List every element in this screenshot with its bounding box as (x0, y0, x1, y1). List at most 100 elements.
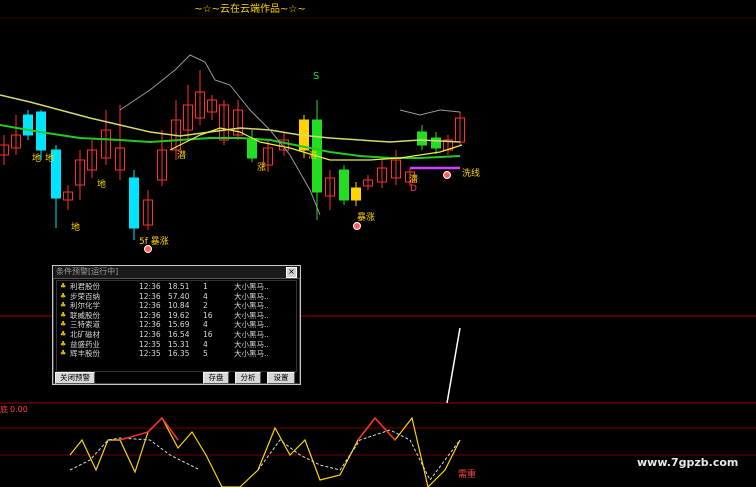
stock-chart[interactable] (0, 0, 756, 487)
alert-time: 12:36 (139, 282, 161, 291)
alert-list-item[interactable]: ♣ 利尔化学 12:36 10.84 2 大小黑马.. (57, 301, 296, 310)
candle-body (339, 169, 349, 201)
candle-body (417, 131, 427, 146)
alert-dialog[interactable]: 条件预警[运行中] × ♣ 利君股份 12:36 18.51 1 大小黑马.. ♣ 步荣百纳 1… (52, 265, 301, 385)
alert-stock-name: 辉丰股份 (70, 349, 100, 359)
alert-list-item[interactable]: ♣ 联威股份 12:36 19.62 16 大小黑马.. (57, 311, 296, 320)
alert-note: 大小黑马.. (234, 349, 269, 359)
signal-label-d: D (410, 184, 417, 194)
ma-line-grey (399, 109, 461, 116)
alert-price: 57.40 (168, 291, 190, 301)
alert-price: 10.84 (168, 301, 190, 311)
alert-note: 大小黑马.. (234, 320, 269, 330)
indicator-value: 0.00 (10, 405, 28, 414)
signal-label-qian-1: 潜 (177, 151, 187, 161)
indicator-line-red (357, 416, 396, 441)
stock-alert-icon: ♣ (60, 349, 67, 358)
alert-time: 12:35 (139, 339, 161, 349)
alert-stock-name: 利君股份 (70, 282, 100, 291)
alert-stock-name: 步荣百纳 (70, 291, 100, 301)
alert-count: 5 (203, 349, 208, 359)
signal-s-label: S (313, 71, 320, 82)
indicator-line-red (119, 416, 179, 441)
alert-count: 2 (203, 301, 208, 311)
alert-price: 16.35 (168, 349, 190, 359)
stock-alert-icon: ♣ (60, 339, 67, 348)
watermark-text: www.7gpzb.com (637, 456, 739, 469)
signal-label-qian-2: 潜 (308, 151, 318, 161)
alert-price: 16.54 (168, 330, 190, 339)
signal-label-di-3: 地 (97, 180, 107, 190)
alert-count: 16 (203, 310, 213, 320)
alert-time: 12:36 (139, 330, 161, 339)
indicator-name: 底 (0, 405, 8, 414)
signal-label-di-1: 地 (32, 154, 42, 164)
signal-label-di-2: 地 (45, 154, 55, 164)
alert-note: 大小黑马.. (234, 310, 269, 320)
alert-dialog-title: 条件预警[运行中] (56, 267, 119, 276)
signal-coin-icon (353, 222, 361, 230)
indicator-label: 底 0.00 (0, 404, 28, 415)
signal-label-baozhang-1: 5f 暴涨 (139, 237, 169, 247)
candle-body (23, 114, 33, 136)
signal-label-xixian: 洗线 (462, 169, 481, 179)
alert-note: 大小黑马.. (234, 291, 269, 301)
alert-list-item[interactable]: ♣ 辉丰股份 12:35 16.35 5 大小黑马.. (57, 349, 296, 358)
stock-alert-icon: ♣ (60, 282, 67, 290)
alert-stock-name: 北矿磁材 (70, 330, 100, 339)
alert-stock-name: 联威股份 (70, 310, 100, 320)
stock-alert-icon: ♣ (60, 330, 67, 338)
alert-time: 12:36 (139, 301, 161, 311)
stock-alert-icon: ♣ (60, 301, 67, 310)
close-alert-button[interactable]: 关闭预警 (55, 372, 95, 384)
chart-grid (0, 17, 756, 456)
chart-title: ~☆~云在云端作品~☆~ (194, 4, 306, 15)
alert-stock-name: 利尔化学 (70, 301, 100, 311)
indicator-line-white (446, 327, 461, 404)
alert-list-item[interactable]: ♣ 利君股份 12:36 18.51 1 大小黑马.. (57, 282, 296, 291)
candle-body (351, 187, 361, 201)
alert-note: 大小黑马.. (234, 330, 269, 339)
alert-count: 4 (203, 291, 208, 301)
indicator-lower-label: 需重 (458, 470, 477, 480)
analyze-button[interactable]: 分析 (235, 372, 261, 384)
alert-note: 大小黑马.. (234, 301, 269, 311)
alert-note: 大小黑马.. (234, 339, 269, 349)
alert-list-item[interactable]: ♣ 三特索道 12:36 15.69 4 大小黑马.. (57, 320, 296, 329)
alert-list-item[interactable]: ♣ 步荣百纳 12:36 57.40 4 大小黑马.. (57, 292, 296, 301)
alert-time: 12:35 (139, 349, 161, 359)
alert-time: 12:36 (139, 310, 161, 320)
signal-label-zhang: 涨 (257, 163, 267, 173)
candle-body (247, 139, 257, 159)
alert-list[interactable]: ♣ 利君股份 12:36 18.51 1 大小黑马.. ♣ 步荣百纳 12:36 57.40 4 大小… (56, 280, 297, 372)
stock-alert-icon: ♣ (60, 291, 67, 300)
alert-price: 18.51 (168, 282, 190, 291)
alert-dialog-footer: 关闭预警 存盘 分析 设置 (53, 371, 300, 384)
alert-count: 16 (203, 330, 213, 339)
candlestick-series (0, 70, 465, 240)
alert-time: 12:36 (139, 291, 161, 301)
alert-count: 4 (203, 339, 208, 349)
signal-markers (144, 171, 451, 253)
signal-label-di-4: 地 (71, 223, 81, 233)
stock-alert-icon: ♣ (60, 320, 67, 329)
ma-line-yellow (0, 94, 461, 143)
signal-label-baozhang-2: 暴涨 (357, 213, 376, 223)
close-icon[interactable]: × (286, 267, 297, 278)
alert-count: 1 (203, 282, 208, 291)
signal-coin-icon (443, 171, 451, 179)
indicator-line-dashed (69, 437, 201, 471)
alert-stock-name: 益盛药业 (70, 339, 100, 349)
alert-count: 4 (203, 320, 208, 330)
candle-body (431, 137, 441, 149)
alert-dialog-titlebar[interactable]: 条件预警[运行中] × (53, 266, 300, 279)
alert-price: 15.31 (168, 339, 190, 349)
settings-button[interactable]: 设置 (267, 372, 295, 384)
alert-price: 19.62 (168, 310, 190, 320)
alert-list-item[interactable]: ♣ 北矿磁材 12:36 16.54 16 大小黑马.. (57, 330, 296, 339)
alert-price: 15.69 (168, 320, 190, 330)
alert-list-item[interactable]: ♣ 益盛药业 12:35 15.31 4 大小黑马.. (57, 340, 296, 349)
alert-time: 12:36 (139, 320, 161, 330)
save-button[interactable]: 存盘 (203, 372, 229, 384)
stock-alert-icon: ♣ (60, 310, 67, 319)
